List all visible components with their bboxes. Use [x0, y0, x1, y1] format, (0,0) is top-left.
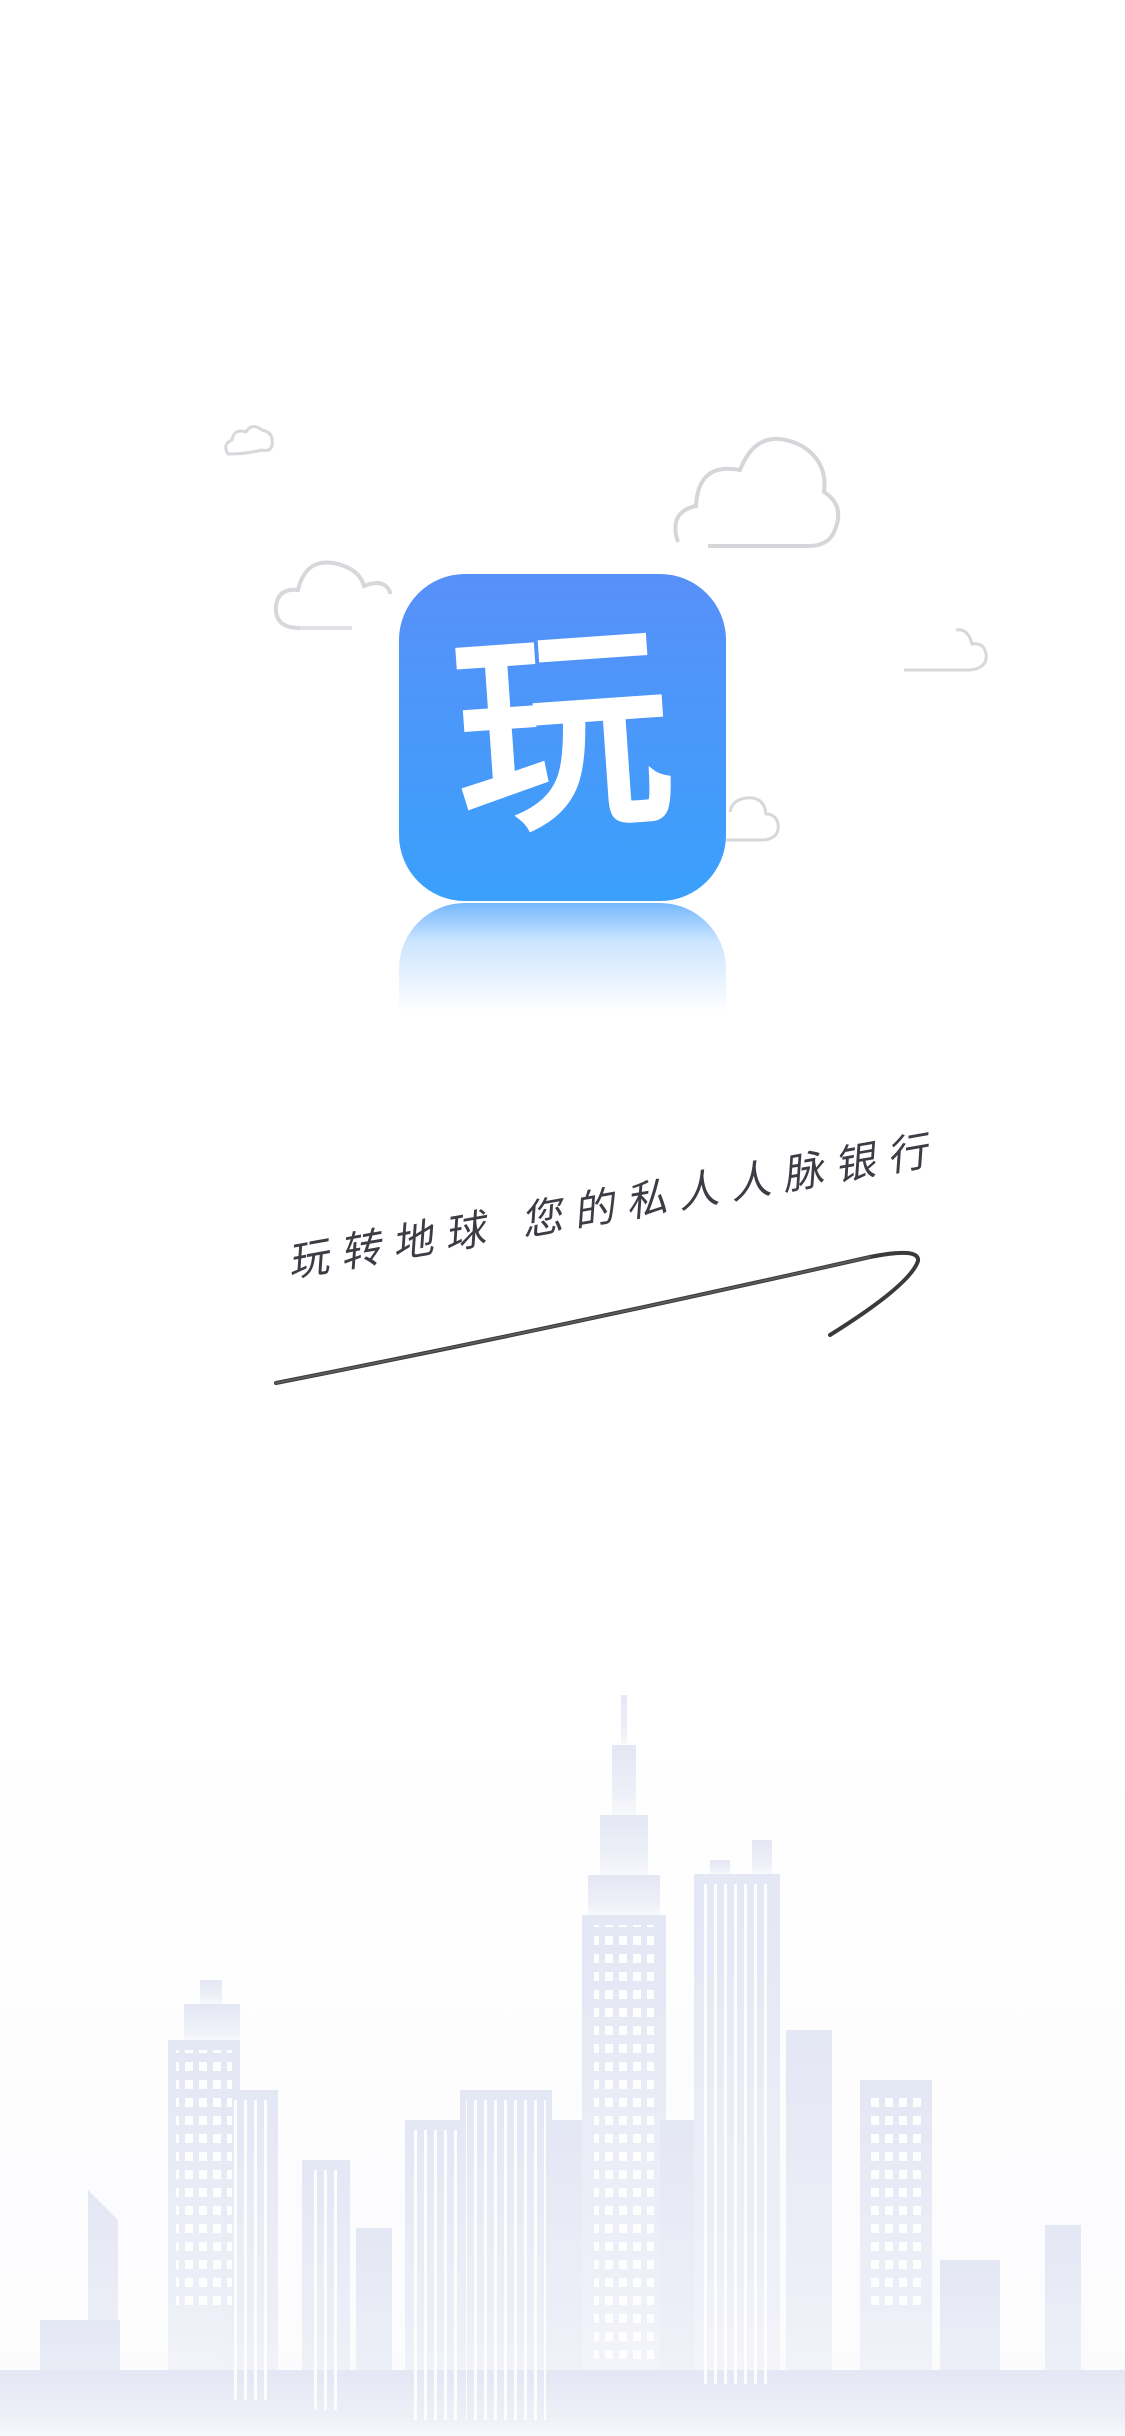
cloud-icon — [673, 436, 841, 548]
cloud-icon — [726, 796, 780, 842]
app-logo-reflection — [399, 903, 726, 1013]
city-skyline-illustration — [0, 1695, 1125, 2436]
cloud-icon — [224, 425, 274, 456]
tagline-block: 玩转地球 您的私人人脉银行 — [270, 1125, 950, 1405]
splash-screen: 玩 玩转地球 您的私人人脉银行 — [0, 0, 1125, 2436]
app-logo: 玩 — [399, 574, 726, 901]
app-logo-glyph: 玩 — [446, 600, 679, 867]
cloud-icon — [904, 628, 988, 672]
cloud-icon — [273, 560, 392, 630]
